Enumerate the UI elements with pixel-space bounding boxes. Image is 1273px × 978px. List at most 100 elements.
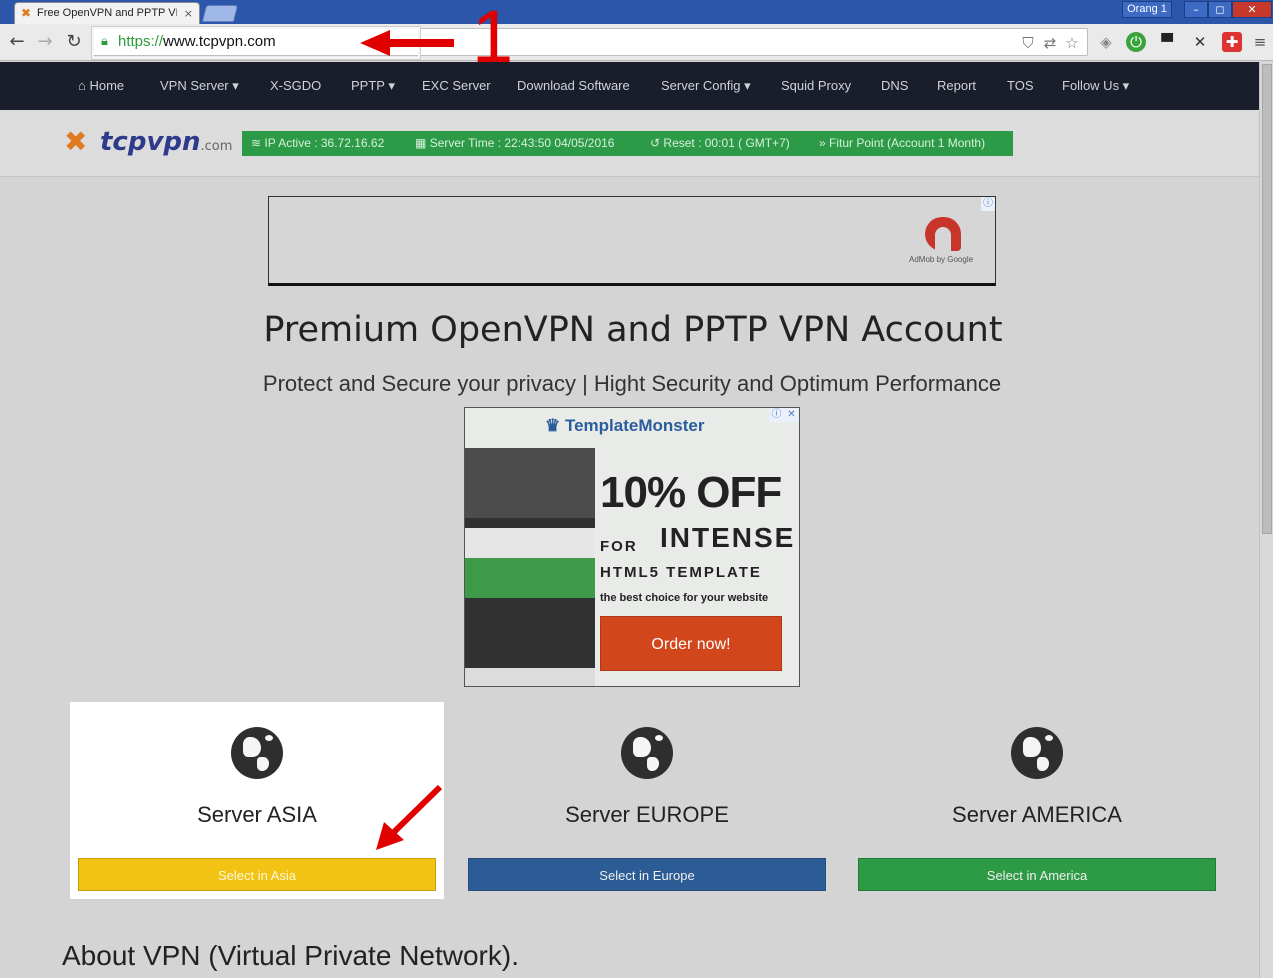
feature-text: Fitur Point (Account 1 Month) bbox=[829, 136, 986, 150]
tcpvpn-favicon-icon: ✖ bbox=[21, 6, 32, 20]
back-button[interactable]: ← bbox=[6, 31, 28, 53]
red-extension-icon[interactable]: ✚ bbox=[1222, 32, 1242, 52]
ip-status: ≋ IP Active : 36.72.16.62 bbox=[251, 131, 384, 156]
browser-tab[interactable]: ✖ Free OpenVPN and PPTP VPN × bbox=[14, 2, 200, 24]
server-time-status: ▦ Server Time : 22:43:50 04/05/2016 bbox=[415, 131, 614, 156]
nav-download-software[interactable]: Download Software bbox=[517, 78, 630, 93]
status-bar: ≋ IP Active : 36.72.16.62 ▦ Server Time … bbox=[242, 131, 1013, 156]
select-asia-button[interactable]: Select in Asia bbox=[78, 858, 436, 891]
monster-crown-icon: ♛ bbox=[545, 416, 561, 435]
globe-icon bbox=[231, 727, 283, 779]
reload-button[interactable]: ↻ bbox=[63, 31, 85, 53]
globe-icon bbox=[1011, 727, 1063, 779]
template-preview-image bbox=[465, 448, 595, 686]
globe-landmass bbox=[243, 737, 261, 757]
server-time-text: Server Time : 22:43:50 04/05/2016 bbox=[429, 136, 615, 150]
nav-squid-proxy[interactable]: Squid Proxy bbox=[781, 78, 851, 93]
nav-follow-us[interactable]: Follow Us ▾ bbox=[1062, 78, 1129, 94]
page-scrollbar[interactable] bbox=[1259, 62, 1273, 978]
order-now-button[interactable]: Order now! bbox=[600, 616, 782, 671]
globe-landmass bbox=[1037, 757, 1049, 771]
globe-landmass bbox=[647, 757, 659, 771]
tcpvpn-logo-icon: ✖ bbox=[64, 125, 88, 158]
x-extension-icon[interactable]: ✕ bbox=[1190, 32, 1210, 52]
calendar-icon: ▦ bbox=[415, 136, 427, 150]
globe-landmass bbox=[655, 735, 663, 741]
banner-ad[interactable]: ⓘ AdMob by Google bbox=[268, 196, 996, 286]
server-title-america: Server AMERICA bbox=[952, 802, 1122, 827]
server-title-europe: Server EUROPE bbox=[565, 802, 729, 827]
nav-x-sgdo[interactable]: X-SGDO bbox=[270, 78, 321, 93]
nav-exc-server[interactable]: EXC Server bbox=[422, 78, 491, 93]
admob-logo-cutout bbox=[935, 227, 951, 251]
globe-landmass bbox=[1023, 737, 1041, 757]
incognito-extension-icon[interactable]: ▀ bbox=[1157, 32, 1177, 52]
ad-controls: ⓘ ✕ bbox=[769, 408, 799, 422]
tab-close-icon[interactable]: × bbox=[184, 7, 193, 20]
forward-button[interactable]: → bbox=[34, 31, 56, 53]
template-monster-ad[interactable]: ⓘ ✕ ♛ TemplateMonster 10% OFF FOR INTENS… bbox=[464, 407, 800, 687]
preview-footer bbox=[465, 668, 595, 686]
new-tab-button[interactable] bbox=[201, 5, 239, 22]
ad-headline: 10% OFF bbox=[600, 468, 782, 517]
ad-info-icon[interactable]: ⓘ bbox=[769, 408, 784, 422]
globe-landmass bbox=[633, 737, 651, 757]
annotation-arrow-asia bbox=[376, 784, 443, 850]
select-europe-button[interactable]: Select in Europe bbox=[468, 858, 826, 891]
translate-icon[interactable]: ⇄ bbox=[1041, 34, 1059, 52]
profile-button[interactable]: Orang 1 bbox=[1122, 1, 1172, 18]
page-title: Premium OpenVPN and PPTP VPN Account bbox=[263, 310, 1003, 350]
browser-menu-icon[interactable]: ≡ bbox=[1250, 32, 1270, 52]
preview-banner bbox=[465, 558, 595, 598]
globe-landmass bbox=[257, 757, 269, 771]
ad-intense-text: INTENSE bbox=[660, 522, 796, 553]
nav-dns[interactable]: DNS bbox=[881, 78, 908, 93]
ad-close-icon[interactable]: ✕ bbox=[784, 408, 799, 422]
template-monster-logo: ♛ TemplateMonster bbox=[545, 416, 704, 436]
chevron-down-icon: » bbox=[819, 136, 826, 150]
server-card-europe: Server EUROPE Select in Europe bbox=[460, 702, 834, 899]
preview-header bbox=[465, 448, 595, 518]
close-window-button[interactable]: ✕ bbox=[1232, 1, 1272, 18]
ad-info-icon[interactable]: ⓘ bbox=[981, 197, 995, 211]
logo-name: tcpvpn bbox=[100, 127, 201, 157]
maximize-button[interactable]: ◻ bbox=[1208, 1, 1232, 18]
power-extension-icon[interactable]: ⏻ bbox=[1126, 32, 1146, 52]
minimize-button[interactable]: – bbox=[1184, 1, 1208, 18]
preview-section bbox=[465, 528, 595, 558]
logo-suffix: .com bbox=[200, 139, 233, 154]
nav-server-config[interactable]: Server Config ▾ bbox=[661, 78, 751, 94]
browser-titlebar: ✖ Free OpenVPN and PPTP VPN × Orang 1 – … bbox=[0, 0, 1273, 24]
info-bar: ✖ tcpvpn.com ≋ IP Active : 36.72.16.62 ▦… bbox=[0, 110, 1259, 177]
arrow-left-shape bbox=[360, 30, 454, 56]
web-page: ⌂ Home VPN Server ▾ X-SGDO PPTP ▾ EXC Se… bbox=[0, 62, 1259, 978]
site-logo[interactable]: tcpvpn.com bbox=[100, 128, 232, 161]
scrollbar-thumb[interactable] bbox=[1262, 64, 1272, 534]
template-monster-name: TemplateMonster bbox=[564, 416, 705, 435]
extension-icon[interactable]: ◈ bbox=[1096, 32, 1116, 52]
site-navbar: ⌂ Home VPN Server ▾ X-SGDO PPTP ▾ EXC Se… bbox=[0, 62, 1259, 110]
ad-html5-text: HTML5 TEMPLATE bbox=[600, 564, 762, 581]
arrow-shaft bbox=[389, 784, 443, 837]
ip-status-text: IP Active : 36.72.16.62 bbox=[264, 136, 385, 150]
shield-icon[interactable]: ⛉ bbox=[1019, 34, 1037, 52]
home-icon: ⌂ bbox=[78, 78, 86, 93]
annotation-number: 1 bbox=[472, 0, 514, 78]
admob-logo-icon bbox=[925, 217, 961, 251]
nav-home[interactable]: ⌂ Home bbox=[78, 78, 124, 93]
nav-home-label: Home bbox=[89, 78, 125, 93]
page-subtitle: Protect and Secure your privacy | Hight … bbox=[262, 371, 1002, 396]
bookmark-star-icon[interactable]: ☆ bbox=[1063, 34, 1081, 52]
nav-vpn-server[interactable]: VPN Server ▾ bbox=[160, 78, 239, 94]
tab-title: Free OpenVPN and PPTP VPN bbox=[37, 7, 177, 19]
history-icon: ↺ bbox=[650, 136, 661, 150]
feature-status[interactable]: » Fitur Point (Account 1 Month) bbox=[819, 131, 985, 156]
globe-landmass bbox=[265, 735, 273, 741]
annotation-arrow-url bbox=[360, 30, 454, 56]
select-america-button[interactable]: Select in America bbox=[858, 858, 1216, 891]
nav-pptp[interactable]: PPTP ▾ bbox=[351, 78, 395, 94]
nav-tos[interactable]: TOS bbox=[1007, 78, 1034, 93]
admob-label: AdMob by Google bbox=[909, 255, 974, 264]
nav-report[interactable]: Report bbox=[937, 78, 976, 93]
server-card-america: Server AMERICA Select in America bbox=[850, 702, 1224, 899]
